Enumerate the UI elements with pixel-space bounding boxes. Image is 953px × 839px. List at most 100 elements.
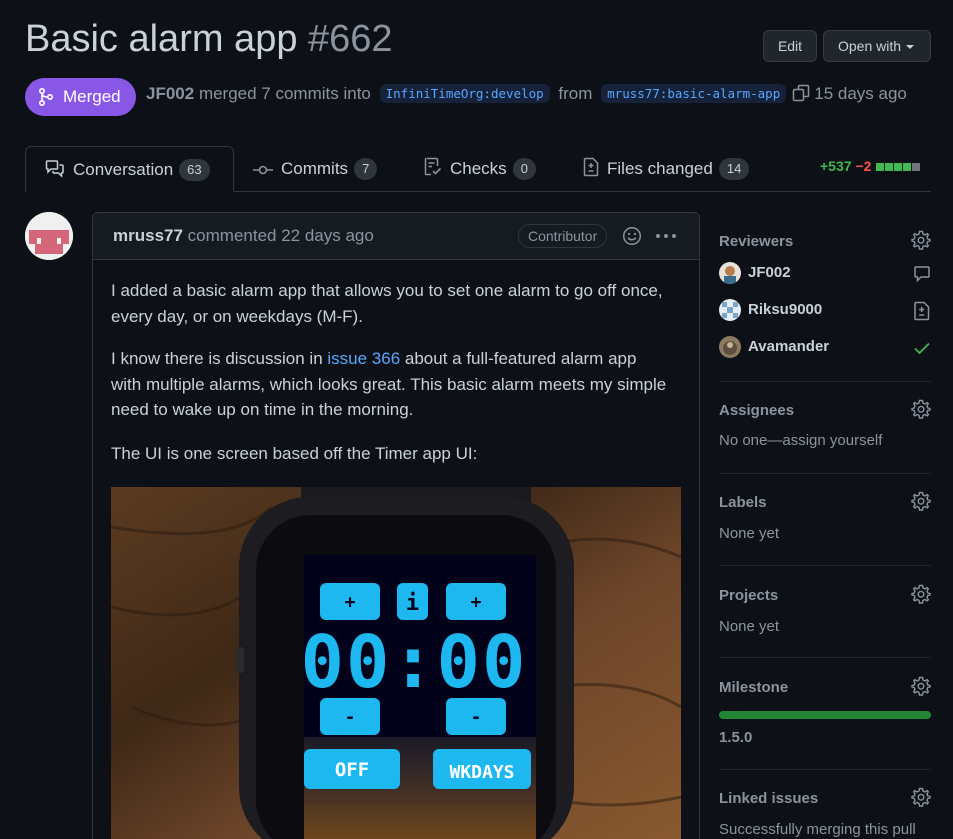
diffstat-block [885, 163, 894, 171]
pr-meta: JF002 merged 7 commits into InfiniTimeOr… [146, 84, 907, 104]
watch-time: 00:00 [301, 620, 528, 704]
sidebar-projects: Projects None yet [719, 584, 931, 647]
git-merge-icon [39, 88, 53, 106]
diffstat: +537 −2 [820, 158, 921, 174]
reviewer-name: JF002 [748, 263, 791, 281]
watch-image: + i + 00:00 - - OFF WKDAYS [111, 487, 681, 839]
file-diff-icon [914, 301, 930, 321]
sidebar-projects-title: Projects [719, 587, 779, 604]
head-branch[interactable]: mruss77:basic-alarm-app [601, 84, 787, 103]
reviewer-avatar [719, 299, 741, 321]
tab-conversation[interactable]: Conversation 63 [25, 146, 234, 192]
tab-counter: 0 [512, 158, 536, 180]
avatar[interactable] [25, 212, 73, 260]
contributor-badge: Contributor [518, 224, 608, 248]
gear-icon[interactable] [911, 676, 931, 696]
comment-author[interactable]: mruss77 [113, 226, 183, 245]
reviewer-avatar [719, 336, 741, 358]
copy-icon[interactable] [792, 84, 810, 102]
mode-label: WKDAYS [449, 762, 514, 783]
pr-title-text: Basic alarm app [25, 18, 298, 60]
gear-icon[interactable] [911, 399, 931, 419]
merged-state-badge: Merged [25, 78, 136, 116]
labels-value: None yet [719, 525, 780, 542]
milestone-name[interactable]: 1.5.0 [719, 729, 752, 746]
tab-label: Conversation [73, 160, 174, 179]
assign-yourself-link[interactable]: No one—assign yourself [719, 432, 882, 449]
reviewer-item[interactable]: JF002 [719, 262, 931, 286]
diff-additions: +537 [820, 158, 852, 174]
tab-counter: 7 [354, 158, 378, 180]
sidebar-milestone: Milestone 1.5.0 [719, 676, 931, 749]
comment-box: mruss77 commented 22 days ago Contributo… [92, 212, 700, 839]
approved-check-icon [914, 342, 930, 355]
sidebar-labels: Labels None yet [719, 491, 931, 554]
comment-author-line: mruss77 commented 22 days ago [113, 226, 374, 246]
sidebar-reviewers: Reviewers JF002 Riksu9000 Avamander [719, 230, 931, 373]
off-label: OFF [335, 759, 369, 781]
identicon-avatar [25, 212, 73, 260]
sidebar-milestone-title: Milestone [719, 679, 789, 696]
comment-text: I know there is discussion in [111, 349, 328, 368]
file-diff-icon [583, 157, 599, 177]
minus-glyph: - [471, 707, 482, 728]
diff-deletions: −2 [855, 158, 872, 174]
comment-paragraph: I added a basic alarm app that allows yo… [111, 281, 663, 326]
gear-icon[interactable] [911, 491, 931, 511]
reviewer-name: Riksu9000 [748, 300, 823, 318]
sidebar-reviewers-title: Reviewers [719, 233, 794, 250]
edit-button[interactable]: Edit [763, 30, 817, 62]
checklist-icon [424, 157, 442, 176]
diffstat-block [903, 163, 912, 171]
watch-photo[interactable]: + i + 00:00 - - OFF WKDAYS [111, 487, 681, 839]
merged-by-user[interactable]: JF002 [146, 84, 194, 103]
reviewer-avatar [719, 262, 741, 284]
sidebar-assignees: Assignees No one—assign yourself [719, 399, 931, 462]
tab-files-changed[interactable]: Files changed 14 [583, 146, 750, 192]
comment-header: mruss77 commented 22 days ago Contributo… [93, 213, 699, 260]
sidebar-linked-issues-title: Linked issues [719, 790, 819, 807]
sidebar-labels-title: Labels [719, 494, 767, 511]
sidebar-linked-issues: Linked issues Successfully merging this … [719, 787, 931, 839]
tab-label: Commits [281, 159, 349, 178]
sidebar-divider [719, 381, 931, 382]
tab-label: Files changed [607, 159, 713, 178]
caret-down-icon [906, 45, 915, 50]
tab-label: Checks [450, 159, 507, 178]
smiley-icon[interactable] [622, 226, 642, 246]
diffstat-block [876, 163, 885, 171]
milestone-progress-bar [719, 711, 931, 719]
gear-icon[interactable] [911, 584, 931, 604]
git-commit-icon [253, 165, 273, 175]
reviewer-item[interactable]: Avamander [719, 336, 931, 360]
kebab-horizontal-icon[interactable] [655, 233, 677, 239]
from-text: from [558, 84, 593, 103]
comment-icon [914, 266, 930, 283]
gear-icon[interactable] [911, 787, 931, 807]
issue-link[interactable]: issue 366 [327, 349, 400, 368]
merged-label: Merged [63, 87, 121, 106]
reviewer-item[interactable]: Riksu9000 [719, 299, 931, 323]
plus-glyph: + [345, 592, 356, 613]
open-with-button[interactable]: Open with [823, 30, 931, 62]
gear-icon[interactable] [911, 230, 931, 250]
comment-timestamp[interactable]: commented 22 days ago [188, 226, 374, 245]
base-branch[interactable]: InfiniTimeOrg:develop [379, 84, 550, 103]
sidebar-divider [719, 565, 931, 566]
minus-glyph: - [345, 707, 356, 728]
tab-counter: 14 [718, 158, 750, 180]
tab-checks[interactable]: Checks 0 [424, 146, 536, 192]
open-with-label: Open with [838, 38, 902, 54]
merged-time: 15 days ago [814, 84, 907, 103]
reviewer-name: Avamander [748, 337, 830, 355]
pr-title: Basic alarm app #662 [25, 18, 393, 61]
comment-paragraph: The UI is one screen based off the Timer… [111, 444, 478, 463]
diffstat-block [912, 163, 921, 171]
linked-issues-value: Successfully merging this pull [719, 821, 916, 838]
tab-counter: 63 [179, 159, 210, 181]
tab-commits[interactable]: Commits 7 [253, 146, 378, 192]
comment-paragraph: I know there is discussion in issue 366 … [111, 346, 671, 423]
sidebar-divider [719, 473, 931, 474]
comment-discussion-icon [45, 160, 64, 178]
pr-number: #662 [308, 18, 393, 60]
